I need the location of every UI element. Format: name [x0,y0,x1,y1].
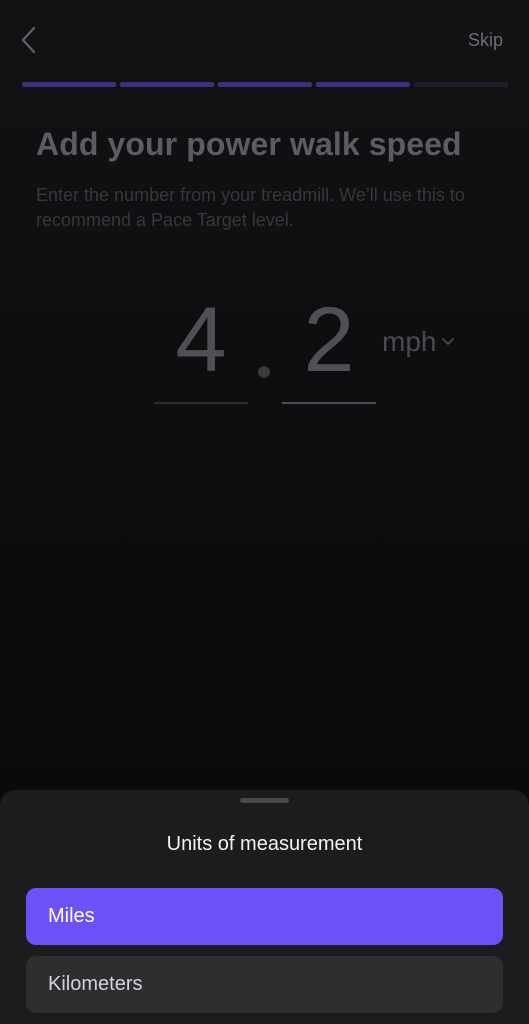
speed-integer-field[interactable]: 4 [154,290,248,404]
sheet-grabber-handle[interactable] [240,798,289,803]
progress-bar [22,82,508,87]
option-label: Miles [48,905,95,927]
unit-dropdown[interactable]: mph [382,326,455,358]
option-miles[interactable]: Miles [26,888,503,945]
option-label: Kilometers [48,973,143,995]
speed-decimal-value: 2 [303,289,355,391]
chevron-left-icon [21,26,36,54]
screen: Skip Add your power walk speed Enter the… [0,0,529,1024]
progress-segment [120,82,214,87]
page-title: Add your power walk speed [36,126,462,162]
back-button[interactable] [14,24,42,56]
speed-integer-value: 4 [175,289,227,391]
sheet-title: Units of measurement [166,833,363,855]
progress-segment [414,82,508,87]
progress-segment [316,82,410,87]
chevron-down-icon [442,338,455,345]
speed-decimal-field[interactable]: 2 [282,290,376,404]
skip-button[interactable]: Skip [468,30,503,51]
decimal-point [258,366,270,378]
progress-segment [22,82,116,87]
progress-segment [218,82,312,87]
speed-input-group: 4 2 mph [150,290,490,410]
option-kilometers[interactable]: Kilometers [26,956,503,1013]
unit-label: mph [382,326,437,357]
units-bottom-sheet: Units of measurement Miles Kilometers [0,790,529,1024]
page-subtitle: Enter the number from your treadmill. We… [36,185,465,230]
